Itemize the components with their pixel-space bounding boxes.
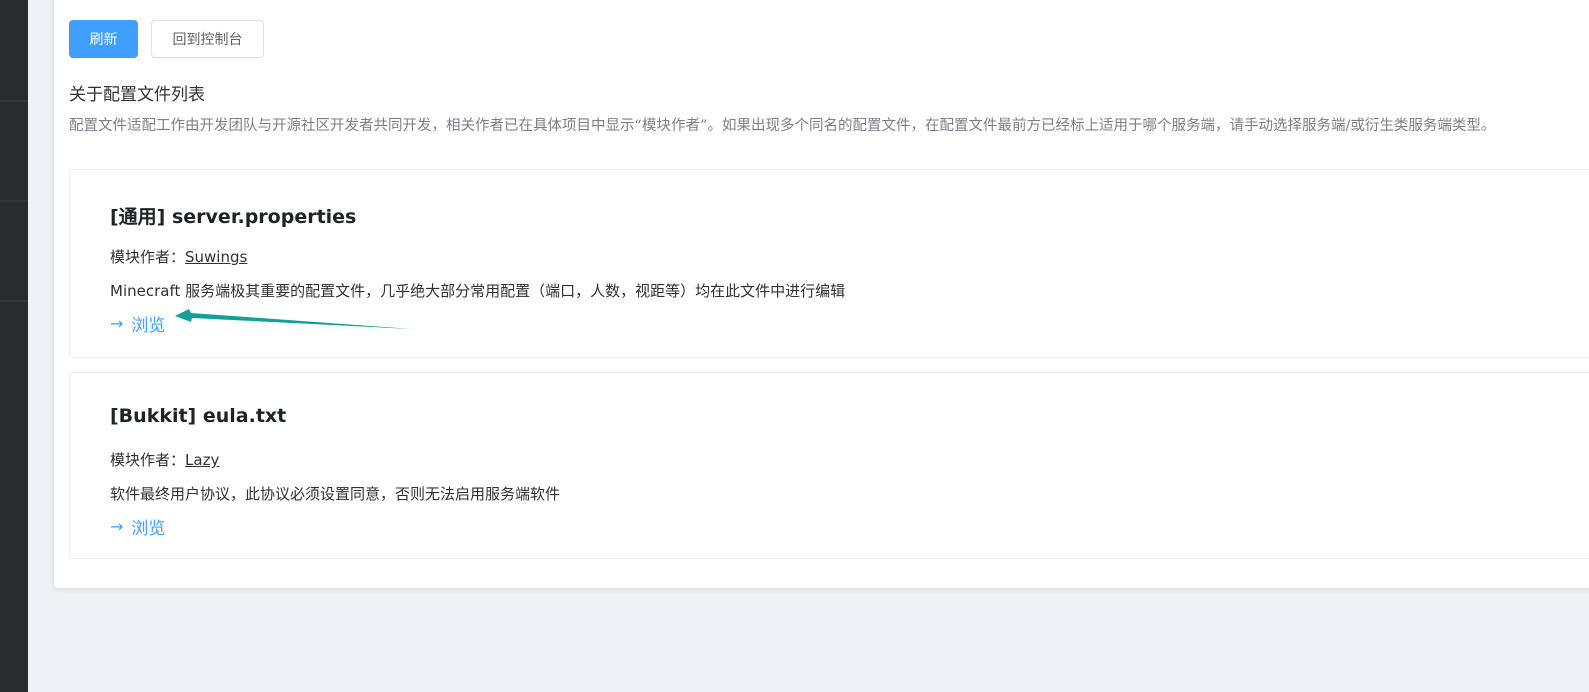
sidebar-divider bbox=[0, 200, 28, 202]
author-label: 模块作者： bbox=[110, 451, 186, 469]
author-label: 模块作者： bbox=[110, 248, 186, 266]
browse-link[interactable]: → 浏览 bbox=[110, 514, 165, 539]
arrow-right-icon: → bbox=[110, 314, 124, 333]
author-link[interactable]: Suwings bbox=[185, 248, 247, 266]
section-description: 配置文件适配工作由开发团队与开源社区开发者共同开发，相关作者已在具体项目中显示“… bbox=[69, 118, 1496, 134]
browse-link[interactable]: → 浏览 bbox=[110, 311, 165, 336]
card-author-row: 模块作者：Suwings bbox=[110, 246, 247, 267]
config-card: [Bukkit] eula.txt 模块作者：Lazy 软件最终用户协议，此协议… bbox=[69, 372, 1589, 559]
browse-link-label: 浏览 bbox=[131, 519, 166, 539]
config-list-panel: 刷新 回到控制台 关于配置文件列表 配置文件适配工作由开发团队与开源社区开发者共… bbox=[54, 0, 1589, 588]
author-link[interactable]: Lazy bbox=[185, 451, 219, 469]
config-card: [通用] server.properties 模块作者：Suwings Mine… bbox=[69, 169, 1589, 358]
refresh-button[interactable]: 刷新 bbox=[69, 20, 138, 58]
sidebar-divider bbox=[0, 300, 28, 302]
browse-link-label: 浏览 bbox=[131, 316, 166, 336]
card-title: [Bukkit] eula.txt bbox=[110, 405, 287, 427]
card-description: 软件最终用户协议，此协议必须设置同意，否则无法启用服务端软件 bbox=[110, 485, 561, 503]
card-title: [通用] server.properties bbox=[110, 206, 357, 228]
sidebar-divider bbox=[0, 100, 28, 102]
card-author-row: 模块作者：Lazy bbox=[110, 449, 219, 470]
section-title: 关于配置文件列表 bbox=[69, 85, 205, 105]
back-to-console-button[interactable]: 回到控制台 bbox=[151, 20, 264, 58]
arrow-right-icon: → bbox=[110, 517, 124, 536]
sidebar bbox=[0, 0, 28, 692]
card-description: Minecraft 服务端极其重要的配置文件，几乎绝大部分常用配置（端口，人数，… bbox=[110, 282, 846, 300]
